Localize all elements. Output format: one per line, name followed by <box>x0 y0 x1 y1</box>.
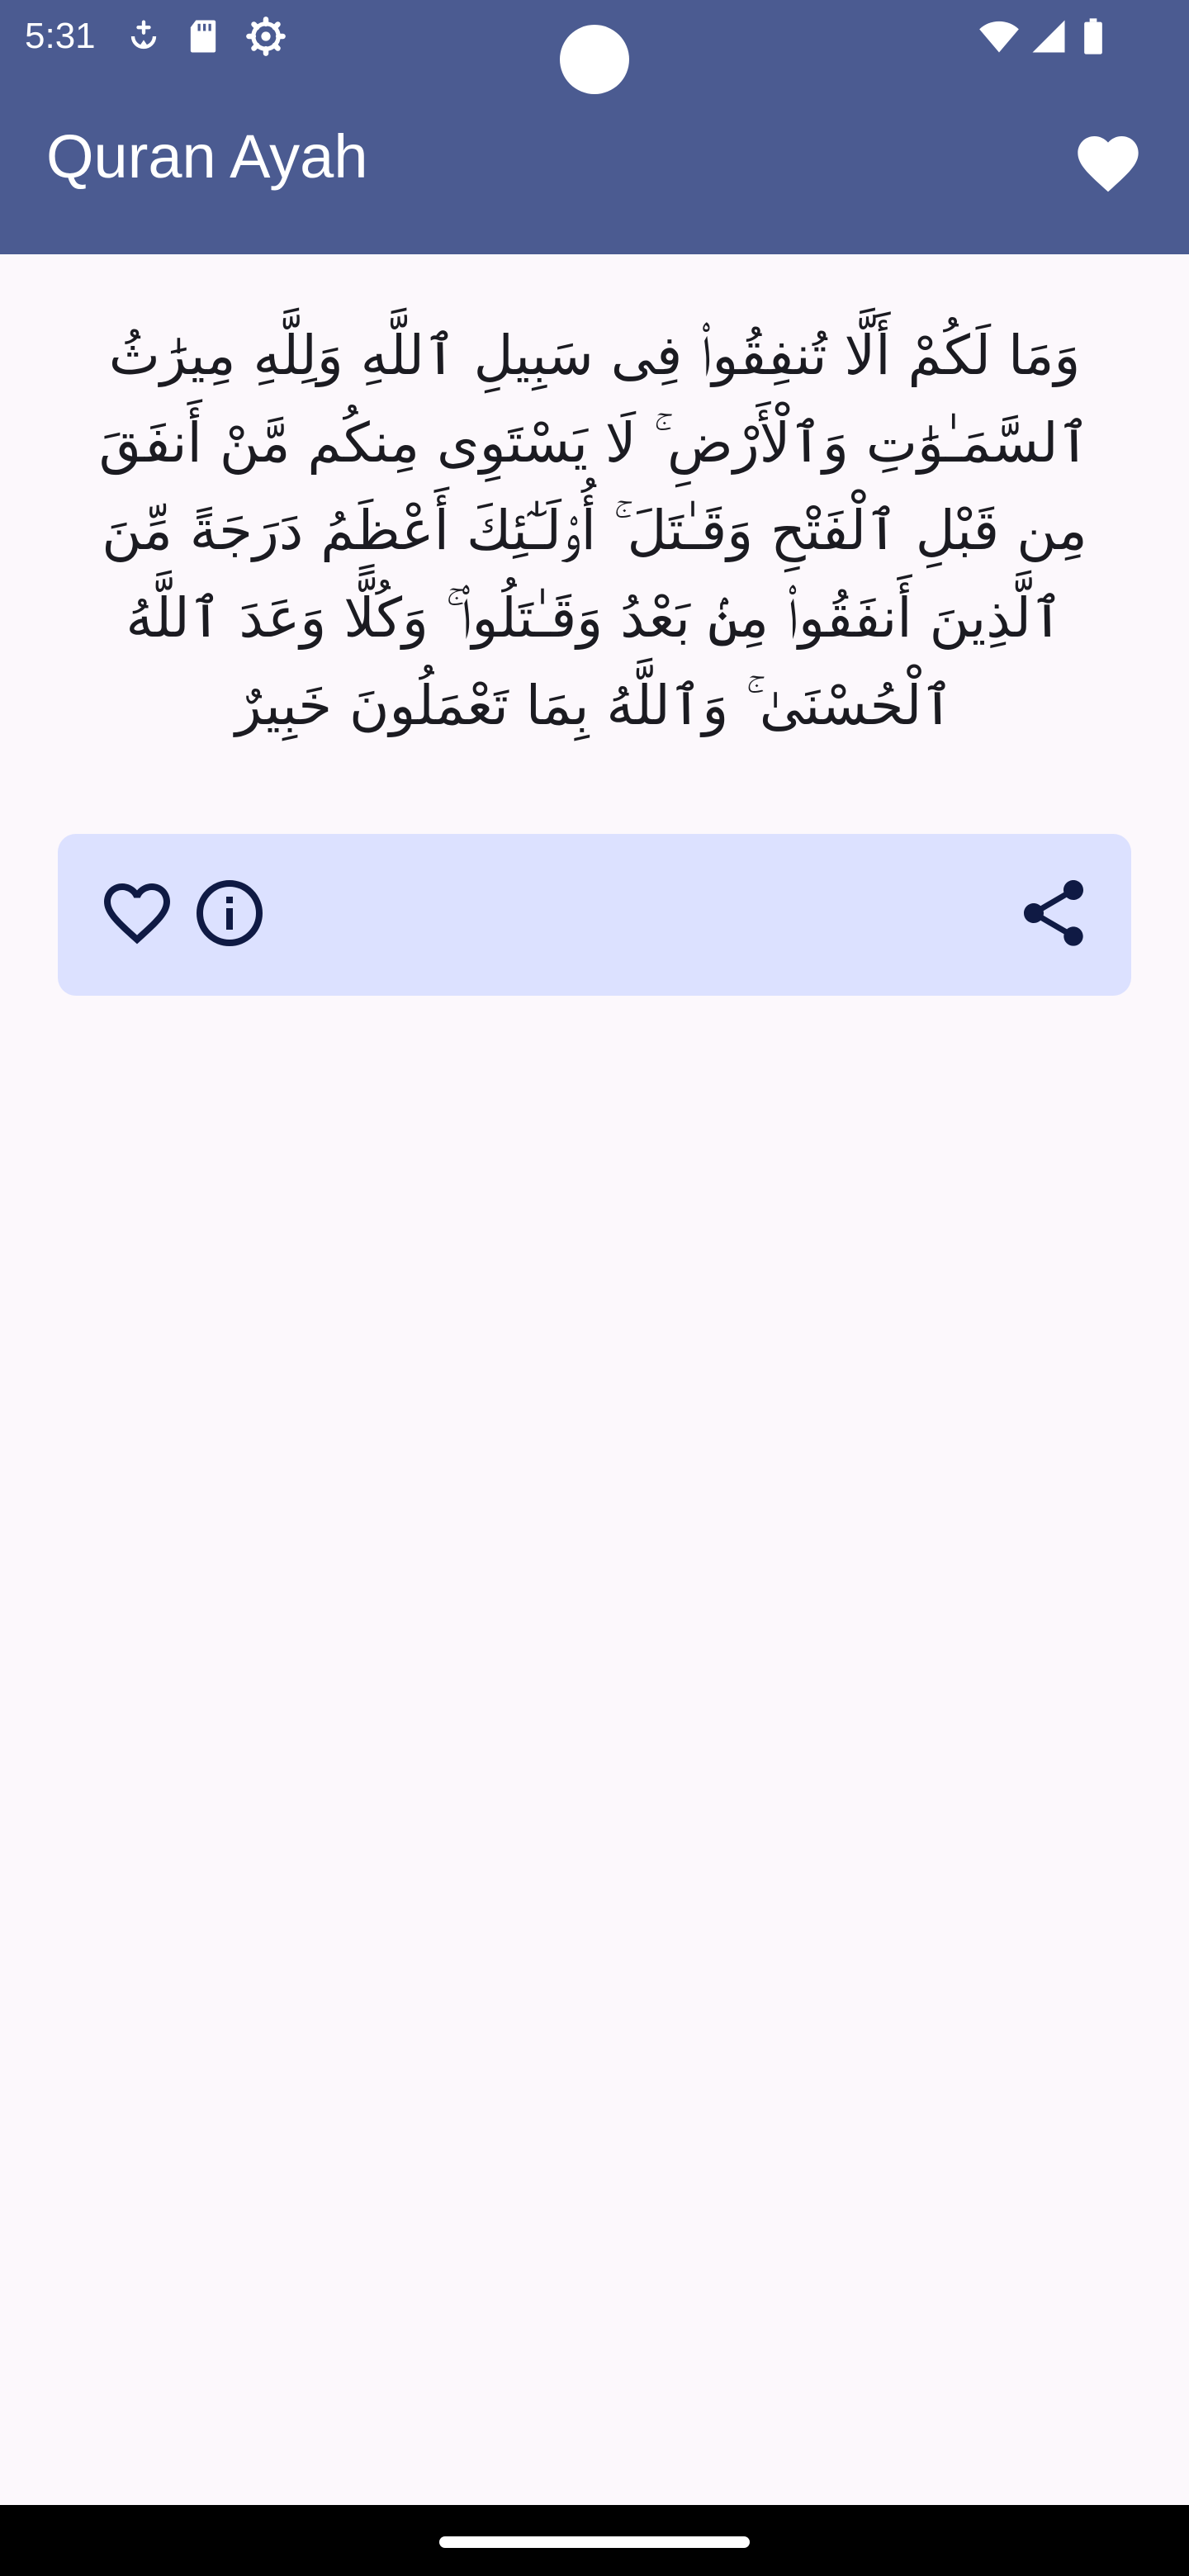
status-time: 5:31 <box>25 16 96 56</box>
share-ayah-button[interactable] <box>1014 874 1093 953</box>
ayah-action-card <box>58 834 1131 996</box>
ayah-info-button[interactable] <box>190 874 269 953</box>
favorites-button[interactable] <box>1072 127 1144 200</box>
battery-icon <box>1072 15 1115 58</box>
favorite-ayah-button[interactable] <box>97 874 177 953</box>
app-bar: Quran Ayah <box>0 73 1189 254</box>
settings-gear-icon <box>244 15 287 58</box>
system-navigation-bar <box>0 2505 1189 2576</box>
status-bar: 5:31 <box>0 0 1189 94</box>
data-saver-icon <box>122 15 165 58</box>
app-title: Quran Ayah <box>46 122 368 191</box>
sd-card-icon <box>182 15 225 58</box>
screen: 5:31 Quran Ayah وَمَا لَكُمْ أَلَّا تُنف… <box>0 0 1189 2576</box>
heart-outline-icon <box>104 883 170 945</box>
gesture-handle[interactable] <box>439 2536 750 2548</box>
wifi-icon <box>978 15 1021 58</box>
ayah-text: وَمَا لَكُمْ أَلَّا تُنفِقُوا۟ فِى سَبِي… <box>98 324 1091 737</box>
content-area: وَمَا لَكُمْ أَلَّا تُنفِقُوا۟ فِى سَبِي… <box>0 254 1189 2505</box>
heart-filled-icon <box>1078 136 1139 192</box>
cell-signal-icon <box>1027 15 1070 58</box>
info-icon <box>197 880 263 946</box>
share-icon <box>1024 880 1083 946</box>
